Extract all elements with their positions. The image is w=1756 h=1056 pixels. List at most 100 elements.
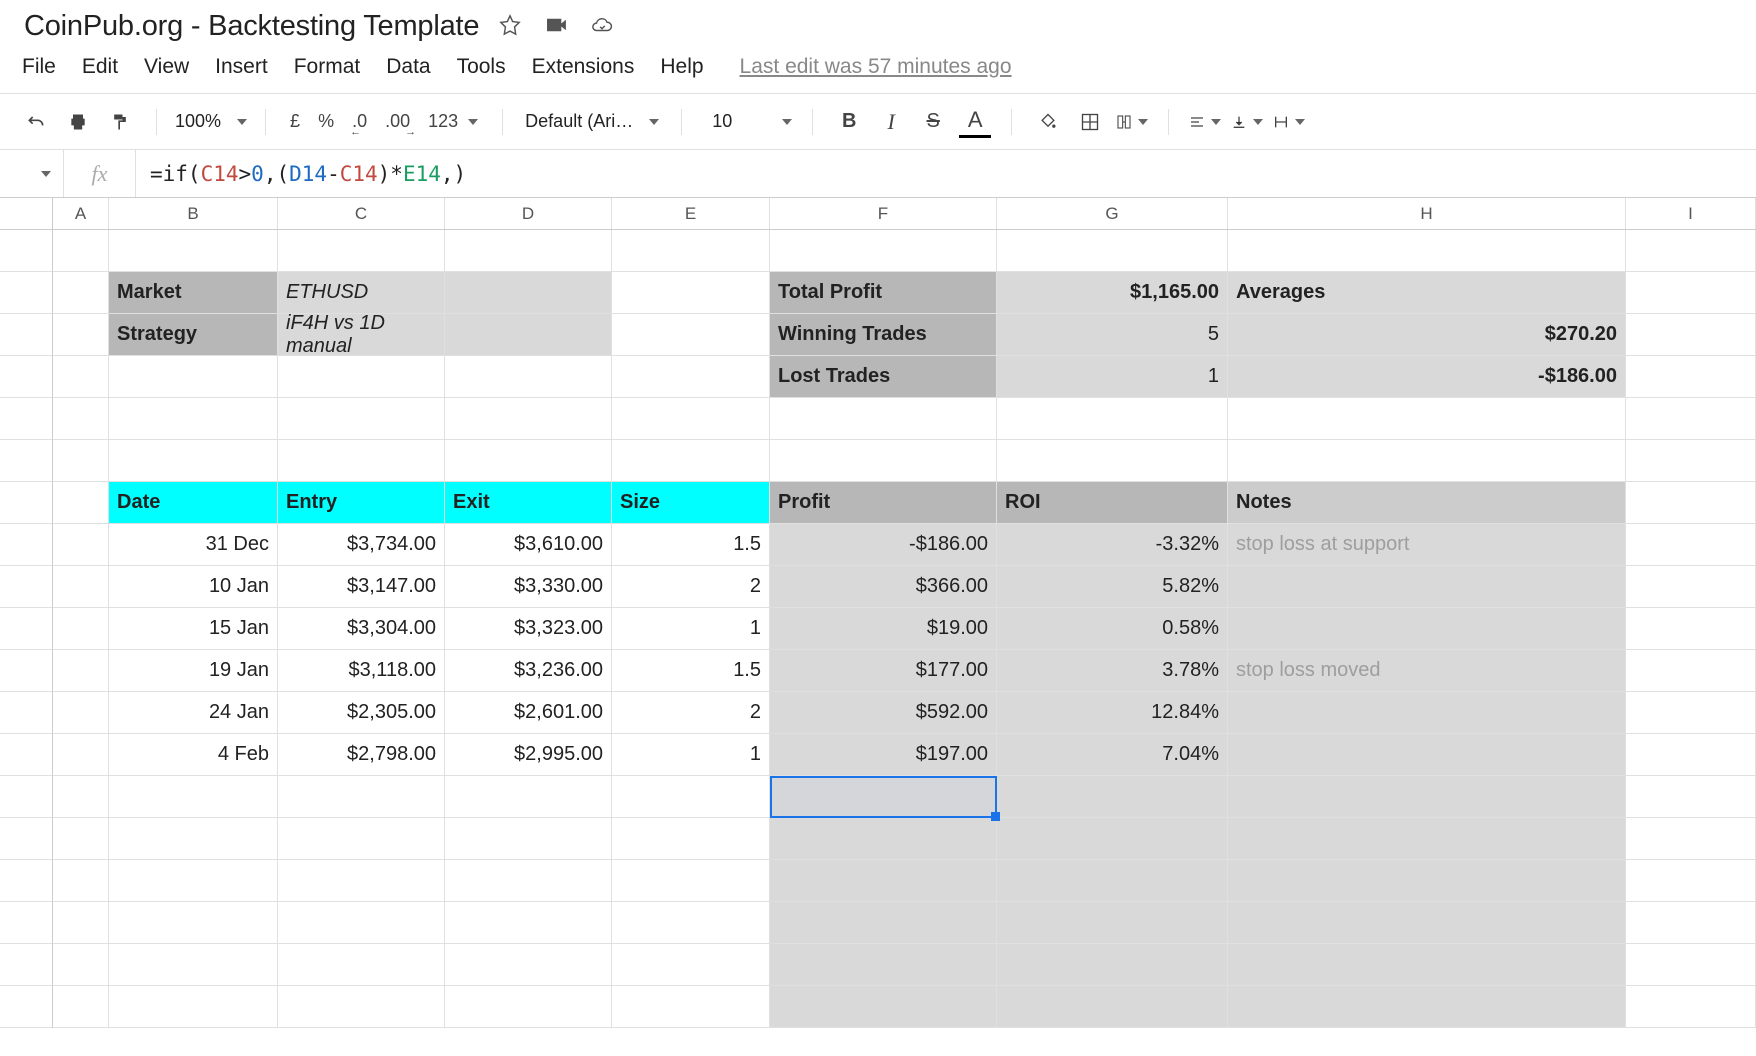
cell[interactable] (997, 860, 1228, 902)
cell[interactable] (53, 692, 109, 734)
cell[interactable] (109, 902, 278, 944)
cell[interactable] (1228, 860, 1626, 902)
trade-notes[interactable] (1228, 692, 1626, 734)
menu-insert[interactable]: Insert (215, 55, 268, 79)
col-header-g[interactable]: G (997, 198, 1228, 229)
cell[interactable] (109, 230, 278, 272)
cell[interactable] (770, 860, 997, 902)
trade-entry[interactable]: $3,734.00 (278, 524, 445, 566)
cell[interactable] (1626, 272, 1756, 314)
cell[interactable] (612, 944, 770, 986)
trade-exit[interactable]: $2,995.00 (445, 734, 612, 776)
trade-entry[interactable]: $2,305.00 (278, 692, 445, 734)
cell[interactable] (53, 902, 109, 944)
cell[interactable] (612, 902, 770, 944)
total-profit-label[interactable]: Total Profit (770, 272, 997, 314)
cell[interactable] (445, 944, 612, 986)
font-size-select[interactable]: 10 (694, 111, 800, 132)
cell[interactable] (53, 734, 109, 776)
cell[interactable] (1626, 692, 1756, 734)
cell[interactable] (1228, 902, 1626, 944)
cloud-icon[interactable] (591, 14, 613, 39)
cell[interactable] (770, 440, 997, 482)
cell[interactable] (445, 818, 612, 860)
trade-notes[interactable] (1228, 566, 1626, 608)
zoom-select[interactable]: 100% (169, 111, 253, 132)
cell[interactable] (1228, 398, 1626, 440)
cell[interactable] (53, 398, 109, 440)
fill-color-icon[interactable] (1032, 106, 1064, 138)
hdr-date[interactable]: Date (109, 482, 278, 524)
trade-size[interactable]: 1.5 (612, 650, 770, 692)
market-value[interactable]: ETHUSD (278, 272, 445, 314)
cell[interactable] (1626, 734, 1756, 776)
trade-roi[interactable]: 0.58% (997, 608, 1228, 650)
col-header-c[interactable]: C (278, 198, 445, 229)
cell[interactable] (1626, 860, 1756, 902)
cell[interactable] (53, 608, 109, 650)
v-align-icon[interactable] (1231, 106, 1263, 138)
cell[interactable] (278, 818, 445, 860)
decimal-more-button[interactable]: .00→ (381, 111, 414, 132)
cell[interactable] (1626, 608, 1756, 650)
cell[interactable] (612, 860, 770, 902)
cell[interactable] (278, 986, 445, 1028)
cell[interactable] (445, 860, 612, 902)
cell[interactable] (1626, 566, 1756, 608)
cell[interactable] (997, 986, 1228, 1028)
cell[interactable] (53, 482, 109, 524)
menu-file[interactable]: File (22, 55, 56, 79)
menu-view[interactable]: View (144, 55, 189, 79)
cell[interactable] (770, 776, 997, 818)
cell[interactable] (612, 818, 770, 860)
trade-size[interactable]: 1 (612, 608, 770, 650)
trade-profit[interactable]: $197.00 (770, 734, 997, 776)
cell[interactable] (770, 398, 997, 440)
cell[interactable] (997, 818, 1228, 860)
decimal-less-button[interactable]: .0← (348, 111, 371, 132)
cell[interactable] (109, 776, 278, 818)
cell[interactable] (770, 944, 997, 986)
trade-roi[interactable]: 7.04% (997, 734, 1228, 776)
trade-entry[interactable]: $3,118.00 (278, 650, 445, 692)
trade-date[interactable]: 31 Dec (109, 524, 278, 566)
menu-extensions[interactable]: Extensions (532, 55, 635, 79)
text-color-button[interactable]: A (959, 106, 991, 138)
trade-date[interactable]: 15 Jan (109, 608, 278, 650)
menu-help[interactable]: Help (660, 55, 703, 79)
trade-profit[interactable]: $177.00 (770, 650, 997, 692)
hdr-entry[interactable]: Entry (278, 482, 445, 524)
hdr-roi[interactable]: ROI (997, 482, 1228, 524)
trade-exit[interactable]: $3,236.00 (445, 650, 612, 692)
trade-notes[interactable]: stop loss at support (1228, 524, 1626, 566)
trade-date[interactable]: 10 Jan (109, 566, 278, 608)
cell[interactable] (53, 230, 109, 272)
cell[interactable] (1228, 776, 1626, 818)
trade-date[interactable]: 24 Jan (109, 692, 278, 734)
cell[interactable] (53, 860, 109, 902)
trade-entry[interactable]: $3,147.00 (278, 566, 445, 608)
trade-exit[interactable]: $3,610.00 (445, 524, 612, 566)
cell[interactable] (53, 986, 109, 1028)
select-all-corner[interactable] (0, 198, 53, 229)
last-edit-link[interactable]: Last edit was 57 minutes ago (740, 55, 1012, 79)
cell[interactable] (612, 314, 770, 356)
col-header-a[interactable]: A (53, 198, 109, 229)
col-header-i[interactable]: I (1626, 198, 1756, 229)
cell[interactable] (1228, 818, 1626, 860)
borders-icon[interactable] (1074, 106, 1106, 138)
cell[interactable] (53, 944, 109, 986)
cell[interactable] (109, 398, 278, 440)
trade-exit[interactable]: $2,601.00 (445, 692, 612, 734)
spreadsheet-grid[interactable]: MarketETHUSDTotal Profit$1,165.00Average… (0, 230, 1756, 1028)
cell[interactable] (1626, 902, 1756, 944)
cell[interactable] (1228, 944, 1626, 986)
lost-value[interactable]: 1 (997, 356, 1228, 398)
winning-label[interactable]: Winning Trades (770, 314, 997, 356)
trade-roi[interactable]: 5.82% (997, 566, 1228, 608)
trade-roi[interactable]: 12.84% (997, 692, 1228, 734)
cell[interactable] (445, 902, 612, 944)
market-label[interactable]: Market (109, 272, 278, 314)
menu-format[interactable]: Format (294, 55, 361, 79)
cell[interactable] (1228, 986, 1626, 1028)
